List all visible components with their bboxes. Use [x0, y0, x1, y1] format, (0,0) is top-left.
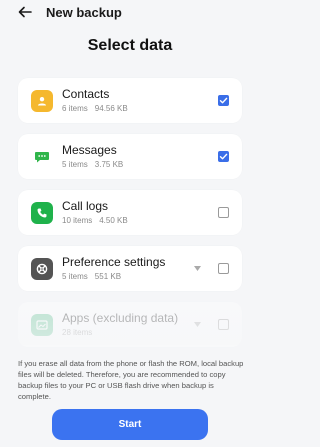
page-title: New backup: [46, 4, 122, 20]
item-meta: 5 items 3.75 KB: [62, 160, 218, 170]
item-name: Call logs: [62, 199, 109, 213]
contacts-checkbox[interactable]: [218, 95, 229, 106]
item-count: 5 items: [62, 160, 88, 169]
preference-settings-checkbox[interactable]: [218, 263, 229, 274]
call-logs-checkbox[interactable]: [218, 207, 229, 218]
item-meta: 6 items 94.56 KB: [62, 104, 218, 114]
item-count: 5 items: [62, 272, 88, 281]
chevron-down-icon[interactable]: [192, 321, 202, 329]
item-count: 10 items: [62, 216, 93, 225]
back-button[interactable]: [14, 3, 36, 21]
apps-icon: [31, 313, 53, 336]
list-item-contacts[interactable]: Contacts 6 items 94.56 KB: [18, 78, 242, 123]
list-item-preference-settings[interactable]: Preference settings 5 items 551 KB: [18, 246, 242, 291]
item-name: Messages: [62, 143, 117, 157]
item-meta: 28 items: [62, 328, 192, 338]
item-name: Contacts: [62, 87, 110, 101]
messages-checkbox[interactable]: [218, 151, 229, 162]
item-size: 94.56 KB: [94, 104, 128, 113]
list-item-messages[interactable]: Messages 5 items 3.75 KB: [18, 134, 242, 179]
item-count: 28 items: [62, 328, 93, 337]
item-size: 4.50 KB: [99, 216, 128, 225]
contacts-icon: [31, 89, 53, 112]
messages-icon: [31, 146, 53, 168]
top-bar: New backup: [0, 0, 260, 24]
start-button[interactable]: Start: [52, 409, 208, 440]
list-item-call-logs[interactable]: Call logs 10 items 4.50 KB: [18, 190, 242, 235]
item-name: Apps (excluding data): [62, 311, 179, 325]
phone-icon: [31, 201, 53, 224]
data-list: Contacts 6 items 94.56 KB Messages 5 item…: [18, 78, 242, 358]
section-heading: Select data: [87, 37, 173, 54]
backup-notice: If you erase all data from the phone or …: [18, 359, 244, 401]
list-item-apps[interactable]: Apps (excluding data) 28 items: [18, 302, 242, 347]
item-size: 551 KB: [94, 272, 122, 281]
item-name: Preference settings: [62, 255, 166, 269]
item-meta: 5 items 551 KB: [62, 272, 192, 282]
check-icon: [219, 97, 228, 104]
check-icon: [219, 153, 228, 160]
item-count: 6 items: [62, 104, 88, 113]
apps-checkbox[interactable]: [218, 319, 229, 330]
settings-icon: [31, 257, 53, 280]
item-size: 3.75 KB: [94, 160, 124, 169]
chevron-down-icon[interactable]: [192, 265, 202, 273]
back-arrow-icon: [18, 6, 32, 18]
item-meta: 10 items 4.50 KB: [62, 216, 218, 226]
